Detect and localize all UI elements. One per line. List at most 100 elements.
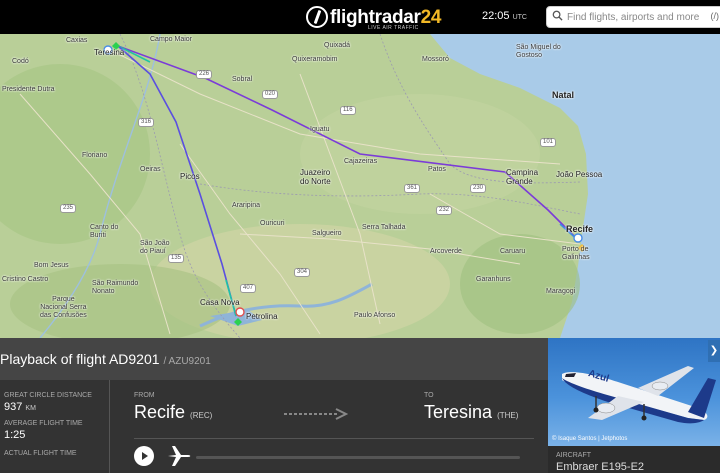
- origin-code: (REC): [190, 411, 213, 420]
- road-shield: 226: [196, 70, 213, 79]
- aircraft-photo-image: [562, 366, 716, 424]
- origin-city: Recife: [134, 402, 186, 422]
- road-shield: 116: [340, 106, 356, 115]
- flight-title: Playback of flight AD9201/ AZU9201: [0, 351, 211, 367]
- route-section: FROM Recife (REC) TO Teresina (THE): [110, 380, 548, 473]
- place-caxias: Caxias: [66, 37, 88, 44]
- top-bar: flightradar24 LIVE AIR TRAFFIC 22:05 UTC…: [0, 0, 720, 34]
- road-shield: 230: [470, 184, 487, 193]
- destination-code: (THE): [497, 411, 519, 420]
- logo-number: 24: [420, 6, 442, 28]
- place-parque-serra-das-confusoes: Parque Nacional Serra das Confusões: [40, 296, 87, 319]
- playback-title: Playback of flight AD9201: [0, 351, 160, 367]
- from-label: FROM: [134, 392, 155, 399]
- place-mossoro: Mossoró: [422, 56, 449, 63]
- place-ouricuri: Ouricuri: [260, 220, 285, 227]
- place-floriano: Floriano: [82, 152, 108, 159]
- place-maragogi: Maragogi: [546, 288, 576, 295]
- to-label: TO: [424, 392, 434, 399]
- search-box[interactable]: (/): [546, 6, 720, 28]
- place-picos: Picos: [180, 172, 200, 181]
- place-caruaru: Caruaru: [500, 248, 526, 255]
- place-quixada: Quixadá: [324, 42, 351, 49]
- flight-callsign: / AZU9201: [163, 356, 211, 367]
- route-divider: [134, 438, 534, 439]
- place-patos: Patos: [428, 166, 446, 173]
- place-bom-jesus: Bom Jesus: [34, 262, 69, 269]
- place-codo: Codó: [12, 58, 29, 65]
- utc-clock: 22:05 UTC: [482, 10, 527, 22]
- road-shield: 407: [240, 284, 257, 293]
- flightradar24-logo[interactable]: flightradar24 LIVE AIR TRAFFIC: [306, 4, 442, 31]
- place-sao-miguel-do-gostoso: São Miguel do Gostoso: [516, 44, 561, 59]
- place-natal: Natal: [552, 90, 575, 100]
- search-icon: [552, 10, 563, 21]
- recife-airport-marker[interactable]: [573, 233, 583, 243]
- place-paulo-afonso: Paulo Afonso: [354, 312, 396, 319]
- road-shield: 020: [262, 90, 279, 99]
- panel-header: Playback of flight AD9201/ AZU9201: [0, 338, 548, 380]
- avg-time-label: AVERAGE FLIGHT TIME: [4, 420, 83, 427]
- aircraft-model: Embraer E195-E2: [556, 461, 645, 473]
- gcd-value: 937 KM: [4, 401, 36, 413]
- close-icon: ❯: [709, 345, 719, 356]
- place-joao-pessoa: João Pessoa: [556, 170, 603, 179]
- place-sao-joao-do-piaui: São João do Piauí: [140, 240, 170, 255]
- search-shortcut-hint: (/): [710, 11, 720, 21]
- place-porto-de-galinhas: Porto de Galinhas: [562, 246, 590, 261]
- logo-tagline: LIVE AIR TRAFFIC: [368, 25, 419, 31]
- destination-airport[interactable]: Teresina (THE): [424, 402, 518, 423]
- gcd-label: GREAT CIRCLE DISTANCE: [4, 392, 92, 399]
- actual-time-label: ACTUAL FLIGHT TIME: [4, 450, 77, 457]
- play-button[interactable]: [134, 446, 154, 466]
- place-arcoverde: Arcoverde: [430, 248, 462, 255]
- aircraft-label: AIRCRAFT: [556, 452, 591, 459]
- flight-stats: GREAT CIRCLE DISTANCE 937 KM AVERAGE FLI…: [0, 380, 110, 473]
- petrolina-airport-marker[interactable]: [235, 307, 245, 317]
- clock-timezone: UTC: [512, 14, 527, 21]
- aircraft-photo[interactable]: Azul © Isaque Santos | Jetphotos: [548, 338, 720, 446]
- place-quixeramobim: Quixeramobim: [292, 56, 338, 63]
- place-garanhuns: Garanhuns: [476, 276, 511, 283]
- gcd-number: 937: [4, 401, 23, 413]
- road-shield: 316: [138, 118, 155, 127]
- playback-timeline[interactable]: [196, 456, 520, 459]
- place-presidente-dutra: Presidente Dutra: [2, 86, 55, 93]
- place-canto-do-buriti: Canto do Buriti: [90, 224, 119, 239]
- place-oeiras: Oeiras: [140, 166, 161, 173]
- place-cajazeiras: Cajazeiras: [344, 158, 378, 165]
- avg-time-value: 1:25: [4, 429, 26, 441]
- place-sobral: Sobral: [232, 76, 253, 83]
- radar-logo-icon: [306, 6, 328, 28]
- close-panel-button[interactable]: ❯: [708, 340, 720, 362]
- place-petrolina: Petrolina: [246, 312, 278, 321]
- road-shield: 135: [168, 254, 185, 263]
- place-serra-talhada: Serra Talhada: [362, 224, 406, 231]
- gcd-unit: KM: [25, 405, 36, 412]
- place-campina-grande: Campina Grande: [506, 168, 539, 186]
- place-recife: Recife: [566, 224, 594, 234]
- clock-time: 22:05: [482, 10, 510, 22]
- origin-airport[interactable]: Recife (REC): [134, 402, 212, 423]
- flight-map[interactable]: Caxias Teresina Campo Maior Quixadá Quix…: [0, 34, 720, 338]
- place-cristino-castro: Cristino Castro: [2, 276, 49, 283]
- place-salgueiro: Salgueiro: [312, 230, 342, 237]
- route-arrow-icon: [284, 408, 348, 420]
- search-input[interactable]: [567, 9, 717, 26]
- road-shield: 361: [404, 184, 421, 193]
- place-sao-raimundo-nonato: São Raimundo Nonato: [92, 280, 139, 295]
- place-casa-nova: Casa Nova: [200, 298, 240, 307]
- place-juazeiro-do-norte: Juazeiro do Norte: [300, 168, 331, 186]
- flight-info-panel: Playback of flight AD9201/ AZU9201 GREAT…: [0, 338, 548, 473]
- road-shield: 232: [436, 206, 453, 215]
- destination-city: Teresina: [424, 402, 493, 422]
- road-shield: 304: [294, 268, 311, 277]
- place-araripina: Araripina: [232, 202, 261, 209]
- place-iguatu: Iguatu: [310, 126, 330, 133]
- road-shield: 235: [60, 204, 77, 213]
- aircraft-card: Azul © Isaque Santos | Jetphotos ❯ AIRCR…: [548, 338, 720, 473]
- road-shield: 101: [540, 138, 557, 147]
- airplane-icon: [168, 446, 191, 466]
- place-campo-maior: Campo Maior: [150, 36, 193, 43]
- photo-credit[interactable]: © Isaque Santos | Jetphotos: [552, 436, 627, 442]
